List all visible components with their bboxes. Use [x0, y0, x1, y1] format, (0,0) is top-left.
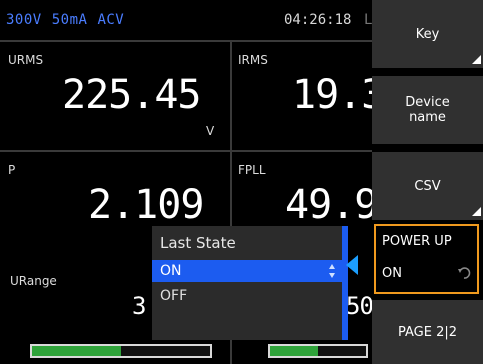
tile-value: 225.45 — [62, 72, 201, 118]
softkey-label-line2: name — [409, 110, 446, 125]
last-state-popup: Last State ON OFF — [152, 226, 348, 340]
status-time: 04:26:18 — [284, 12, 352, 28]
popup-title: Last State — [160, 234, 236, 252]
softkey-power-up[interactable]: POWER UP ON — [374, 224, 479, 294]
softkey-label: Key — [415, 26, 440, 42]
popup-option-off[interactable]: OFF — [160, 288, 187, 304]
urange-bar-fill — [32, 346, 121, 356]
softkey-device-name[interactable]: Device name — [372, 76, 483, 144]
tile-value: 3 — [132, 292, 146, 320]
tile-label: IRMS — [238, 53, 268, 67]
tile-unit: V — [206, 124, 215, 138]
softkey-label: CSV — [414, 178, 441, 194]
status-extra: L — [364, 12, 372, 28]
popup-option-on[interactable]: ON — [152, 260, 342, 282]
tile-label: URMS — [8, 53, 44, 67]
status-range-current: 50mA — [51, 12, 88, 28]
popup-option-label: ON — [160, 263, 182, 279]
power-up-title: POWER UP — [382, 234, 452, 249]
status-mode: ACV — [97, 12, 125, 28]
range-right-bar-fill — [270, 346, 318, 356]
softkey-label: PAGE 2|2 — [397, 324, 457, 340]
tile-label: FPLL — [238, 163, 266, 177]
softkey-panel: Key Device name CSV POWER UP ON PAGE 2|2 — [372, 0, 483, 364]
status-range-voltage: 300V — [6, 12, 42, 28]
softkey-page[interactable]: PAGE 2|2 — [372, 300, 483, 364]
up-down-arrows-icon — [329, 264, 335, 278]
grid-divider-middle — [0, 150, 372, 152]
status-bar: 300V 50mA ACV 04:26:18 L — [0, 0, 372, 40]
tile-label: URange — [10, 274, 57, 288]
tile-label: P — [8, 163, 16, 177]
rotary-knob-icon — [458, 267, 471, 279]
grid-divider-top — [0, 40, 372, 42]
range-right-bar — [268, 344, 368, 358]
status-range: 300V 50mA ACV — [6, 12, 134, 28]
tile-value: 50 — [346, 292, 374, 320]
power-up-value: ON — [382, 266, 402, 281]
softkey-key[interactable]: Key — [372, 0, 483, 68]
tile-value: 19.3 — [292, 72, 385, 118]
tile-value: 2.109 — [88, 182, 204, 228]
urange-bar — [30, 344, 212, 358]
softkey-csv[interactable]: CSV — [372, 152, 483, 220]
submenu-corner-icon — [472, 55, 481, 64]
submenu-corner-icon — [472, 207, 481, 216]
softkey-label-line1: Device — [405, 95, 450, 110]
popup-pointer-icon — [346, 255, 358, 275]
tile-value: 49.9 — [285, 182, 378, 228]
